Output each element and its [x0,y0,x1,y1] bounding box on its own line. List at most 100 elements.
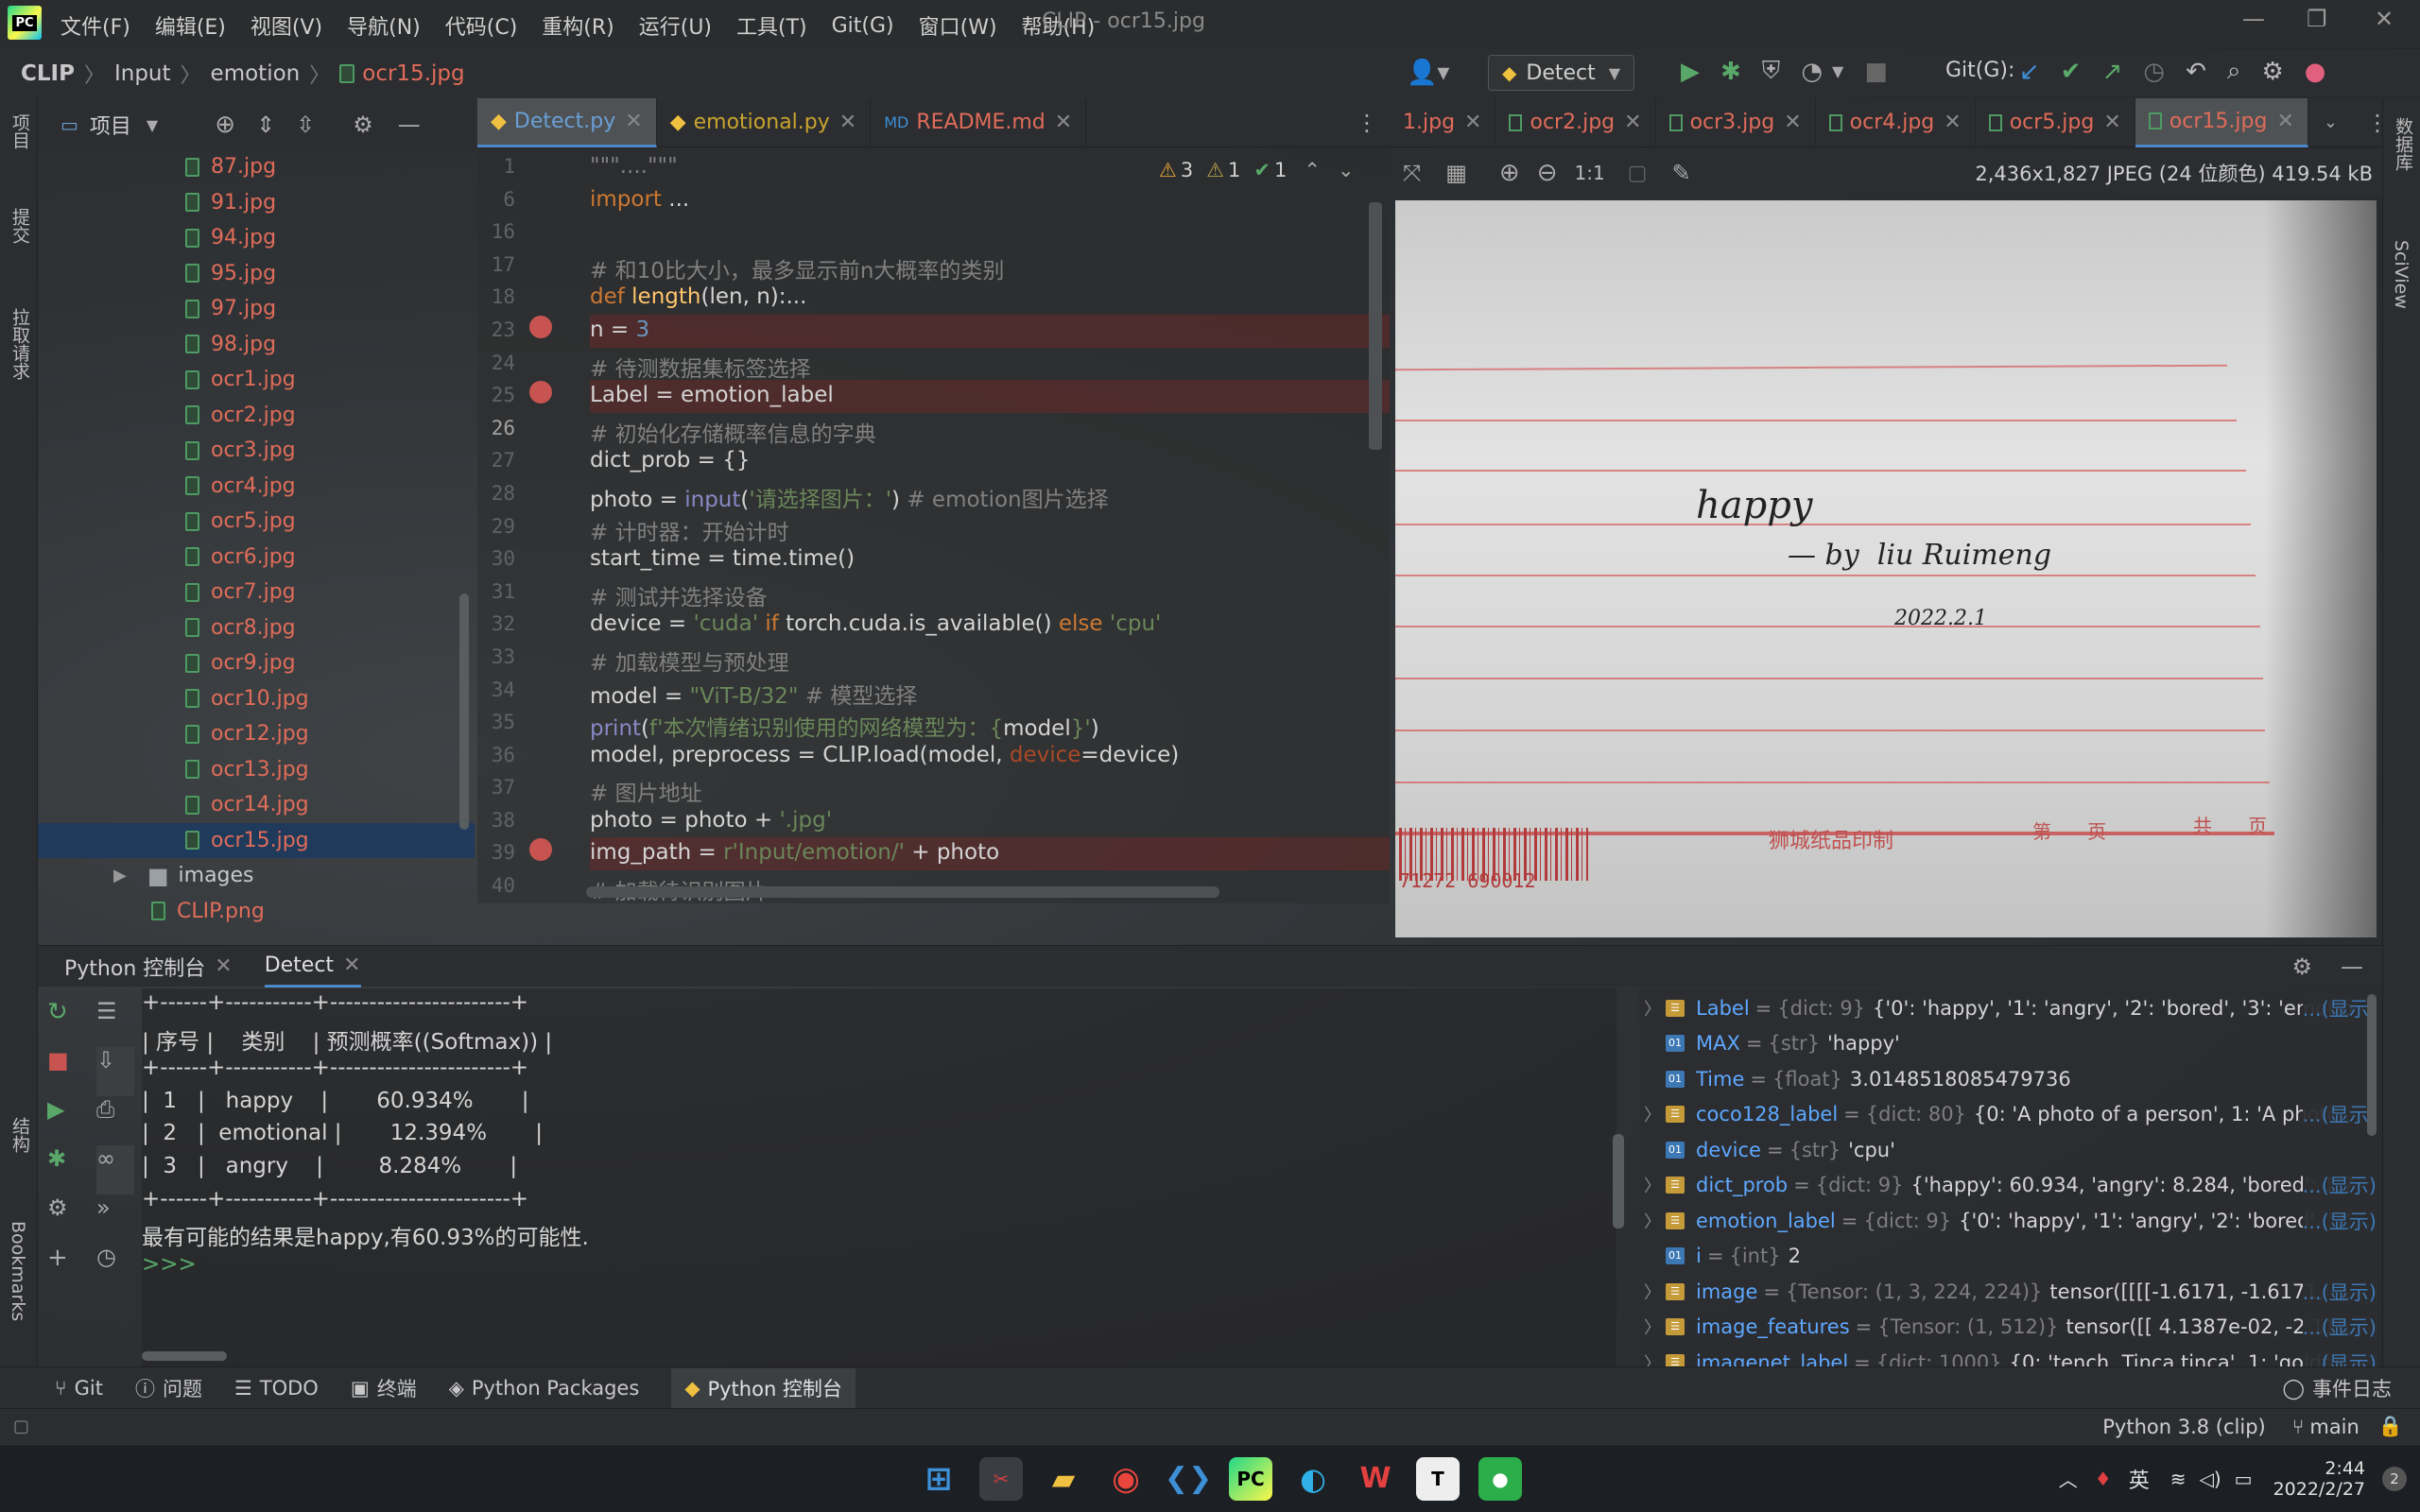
more-tabs-icon[interactable]: ⋮ [1356,110,1378,136]
variable-row[interactable]: 〉 ☰ dict_prob = {dict: 9} {'happy': 60.934, '… [1639,1168,2380,1204]
git-update-icon[interactable]: ↙ [2019,58,2040,86]
background-icon[interactable]: ▢ [1628,162,1648,185]
typora-icon[interactable]: T [1416,1456,1460,1501]
tree-folder[interactable]: ▶ ■ images [38,858,475,894]
python-packages-tool-button[interactable]: ◈ Python Packages [449,1377,640,1400]
chevron-up-icon[interactable]: ⌃ [1304,159,1321,181]
show-more-link[interactable]: ...(显示) [2302,1171,2377,1200]
close-icon[interactable]: ✕ [2276,110,2293,133]
git-tool-button[interactable]: ⑂ Git [55,1377,103,1400]
tree-file[interactable]: ocr8.jpg [38,610,475,646]
git-push-icon[interactable]: ↗ [2102,58,2123,86]
git-commit-icon[interactable]: ✔ [2061,58,2082,86]
hide-icon[interactable]: — [398,112,421,138]
menu-tools[interactable]: 工具(T) [736,10,807,41]
tab-detect-py[interactable]: ◆ Detect.py ✕ [477,97,657,147]
zoom-out-icon[interactable]: ⊖ [1537,159,1558,187]
image-preview[interactable]: happy — by liu Ruimeng 2022.2.1 71272 69… [1395,200,2377,937]
variable-row[interactable]: 〉 ☰ coco128_label = {dict: 80} {0: 'A photo o… [1639,1097,2380,1133]
coverage-icon[interactable]: ⛨ [1762,57,1781,86]
chevron-down-icon[interactable]: ▼ [147,116,158,134]
show-more-link[interactable]: ...(显示) [2302,1206,2377,1235]
tab-image[interactable]: 1.jpg ✕ [1390,97,1496,147]
show-more-link[interactable]: ...(显示) [2302,1348,2377,1366]
account-icon[interactable]: ● [2305,58,2326,86]
pycharm-taskbar-icon[interactable]: PC [1229,1456,1272,1501]
variables-scrollbar[interactable] [2367,994,2377,1136]
python-console-tool-button[interactable]: ◆ Python 控制台 [671,1367,856,1408]
run-icon[interactable]: ▶ [1681,58,1700,86]
console-scrollbar[interactable] [1613,1134,1624,1228]
pull-requests-tool-button[interactable]: 拉取请求 [8,308,33,380]
tab-image[interactable]: ocr5.jpg ✕ [1976,97,2135,147]
battery-icon[interactable]: ▭ [2235,1468,2253,1490]
wechat-icon[interactable]: ● [1478,1456,1522,1501]
windows-start-icon[interactable]: ⊞ [917,1457,960,1501]
console-prompt[interactable]: >>> [142,1252,1616,1285]
menu-navigate[interactable]: 导航(N) [347,10,421,41]
close-icon[interactable]: ✕ [1464,111,1481,134]
search-icon[interactable]: ⌕ [2227,57,2241,86]
bookmarks-tool-button[interactable]: Bookmarks [8,1221,28,1321]
scroll-to-end-icon[interactable]: ⇩ [96,1047,134,1096]
panel-toggle-icon[interactable]: ▢ [13,1417,29,1436]
chrome-icon[interactable]: ◉ [1104,1457,1148,1501]
wifi-icon[interactable]: ≋ [2170,1468,2187,1490]
close-icon[interactable]: ✕ [625,110,642,133]
console-output[interactable]: +------+-----------+--------------------… [142,988,1624,1366]
variable-row[interactable]: 01 device = {str} 'cpu' [1639,1132,2380,1168]
debug-icon[interactable]: ✱ [1720,58,1741,86]
tab-image[interactable]: ocr4.jpg ✕ [1816,97,1976,147]
menu-edit[interactable]: 编辑(E) [155,10,226,41]
show-more-link[interactable]: ...(显示) [2302,993,2377,1022]
stop-icon[interactable]: ■ [47,1047,85,1096]
user-icon[interactable]: 👤▾ [1407,59,1449,87]
expand-all-icon[interactable]: ⇕ [256,112,275,138]
tree-file[interactable]: 98.jpg [38,327,475,363]
branch-status[interactable]: main [2309,1416,2359,1438]
chevron-right-icon[interactable]: 〉 [1639,1350,1666,1366]
gear-icon[interactable]: ⚙ [2261,58,2283,86]
hide-icon[interactable]: — [2341,954,2363,980]
variable-row[interactable]: 01 Time = {float} 3.0148518085479736 [1639,1061,2380,1097]
chevron-right-icon[interactable]: 〉 [1639,996,1666,1021]
chevron-right-icon[interactable]: 〉 [1639,1280,1666,1304]
show-more-link[interactable]: ...(显示) [2302,1277,2377,1306]
menu-run[interactable]: 运行(U) [639,10,712,41]
notification-badge[interactable]: 2 [2382,1466,2407,1491]
wps-icon[interactable]: W [1354,1457,1397,1501]
breakpoint-icon[interactable] [529,316,552,338]
variable-row[interactable]: 01 MAX = {str}'happy' [1639,1026,2380,1062]
inspection-widget[interactable]: ⚠ 3 ⚠ 1 ✔ 1 ⌃ ⌄ [1159,159,1355,181]
rerun-icon[interactable]: ↻ [47,998,85,1047]
breadcrumb-emotion[interactable]: emotion [211,61,301,86]
close-icon[interactable]: ✕ [1055,111,1072,134]
tree-file[interactable]: CLIP.png [38,894,475,930]
project-tool-button[interactable]: 项目 [8,113,33,149]
run-icon[interactable]: ▶ [47,1096,85,1145]
vscode-icon[interactable]: ❮❯ [1165,1457,1212,1501]
commit-tool-button[interactable]: 提交 [8,208,33,244]
interpreter-status[interactable]: Python 3.8 (clip) [2102,1416,2265,1438]
chevron-right-icon[interactable]: 〉 [1639,1102,1666,1126]
tree-file[interactable]: ocr1.jpg [38,362,475,398]
tree-scrollbar[interactable] [459,593,469,830]
tree-file[interactable]: ocr2.jpg [38,398,475,434]
show-more-link[interactable]: ...(显示) [2302,1100,2377,1129]
ime-indicator[interactable]: 英 [2129,1464,2150,1494]
close-icon[interactable]: ✕ [1784,111,1801,134]
close-icon[interactable]: ✕ [1624,111,1641,134]
event-log-tool-button[interactable]: ◯ 事件日志 [2282,1374,2392,1402]
history-icon[interactable]: ◷ [96,1244,134,1293]
profile-icon[interactable]: ◔ [1801,58,1823,86]
tab-python-console[interactable]: Python 控制台 ✕ [64,952,233,982]
terminal-tool-button[interactable]: ▣ 终端 [351,1374,417,1402]
close-icon[interactable]: ✕ [2103,111,2120,134]
tree-file[interactable]: ocr7.jpg [38,575,475,610]
collapse-all-icon[interactable]: ⇳ [296,112,315,138]
tree-file[interactable]: ocr5.jpg [38,504,475,540]
project-panel-title[interactable]: 项目 [90,110,131,140]
tab-detect[interactable]: Detect ✕ [264,946,361,988]
color-picker-icon[interactable]: ✎ [1671,160,1690,186]
sciview-tool-button[interactable]: SciView [2391,240,2411,309]
